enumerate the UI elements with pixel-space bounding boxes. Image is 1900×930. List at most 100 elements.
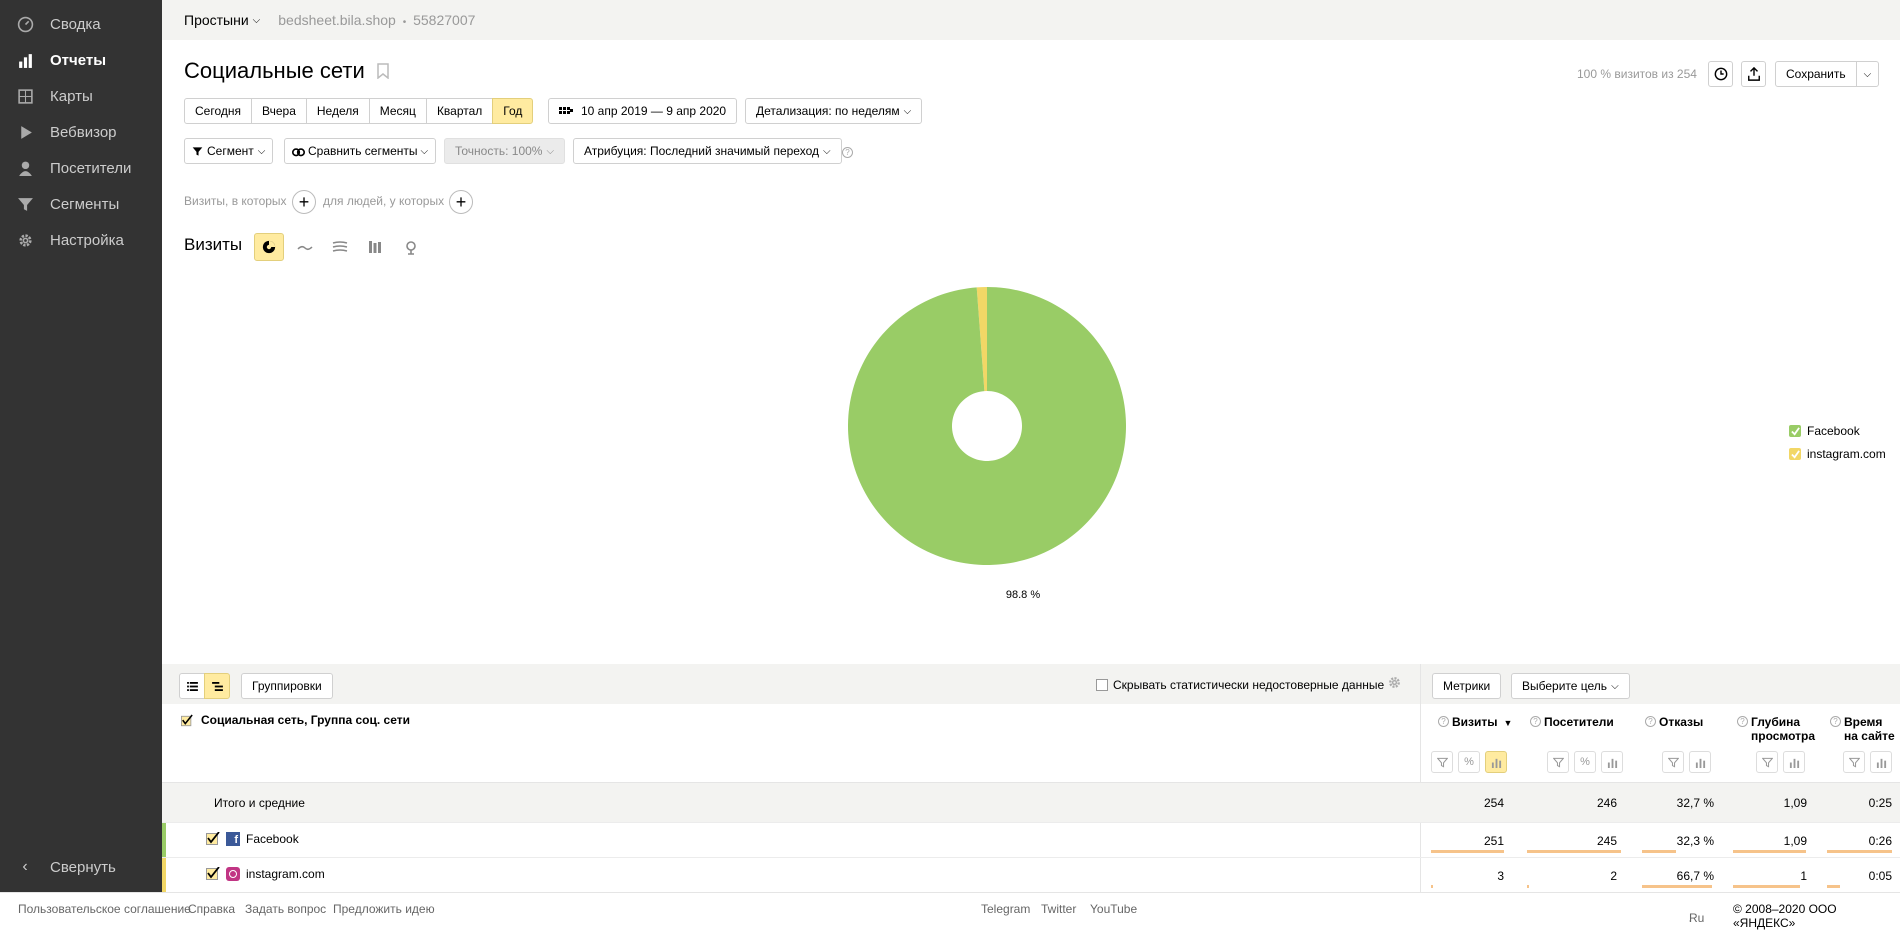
metrics-button[interactable]: Метрики xyxy=(1432,673,1502,699)
cell-depth: 1,09 xyxy=(1783,834,1807,848)
upload-icon xyxy=(1747,67,1760,81)
filter-column-tool-icon[interactable] xyxy=(1547,751,1569,773)
bar-column-tool-icon[interactable] xyxy=(1689,751,1711,773)
help-icon[interactable]: ? xyxy=(1530,716,1541,727)
segment-dropdown[interactable]: Сегмент ⌵ xyxy=(184,138,274,164)
period-week[interactable]: Неделя xyxy=(305,98,370,124)
sidebar-item-webvisor[interactable]: Вебвизор xyxy=(0,115,162,149)
column-header-visits[interactable]: ? Визиты ▼ xyxy=(1438,715,1512,730)
period-month[interactable]: Месяц xyxy=(368,98,427,124)
period-quarter[interactable]: Квартал xyxy=(425,98,494,124)
column-header-visitors[interactable]: ? Посетители xyxy=(1530,715,1614,729)
chevron-down-icon: ⌵ xyxy=(546,145,555,157)
sidebar-item-label: Настройка xyxy=(50,231,124,249)
bookmark-icon[interactable] xyxy=(377,59,389,85)
column-sublabel: на сайте xyxy=(1844,729,1895,743)
sidebar-item-settings[interactable]: Настройка xyxy=(0,223,162,257)
help-icon[interactable]: ? xyxy=(1830,716,1841,727)
save-menu-button[interactable]: ⌵ xyxy=(1855,61,1880,87)
pie-chart: 98.8 % xyxy=(848,287,1126,601)
period-year[interactable]: Год xyxy=(492,98,534,124)
attribution-help-icon[interactable]: ? xyxy=(842,147,853,158)
date-range-picker[interactable]: 10 апр 2019 — 9 апр 2020 xyxy=(548,98,738,124)
attribution-dropdown[interactable]: Атрибуция: Последний значимый переход ⌵ xyxy=(573,138,842,164)
goal-dropdown[interactable]: Выберите цель ⌵ xyxy=(1511,673,1630,699)
bar-column-tool-icon[interactable] xyxy=(1485,751,1507,773)
tree-view-button[interactable] xyxy=(204,673,230,699)
footer-link-help[interactable]: Справка xyxy=(188,902,235,916)
counter-selector[interactable]: Простыни ⌵ xyxy=(184,12,260,28)
sidebar-item-summary[interactable]: Сводка xyxy=(0,7,162,41)
add-people-condition-button[interactable]: + xyxy=(449,190,473,214)
history-button[interactable] xyxy=(1708,61,1733,87)
footer-link-telegram[interactable]: Telegram xyxy=(981,902,1030,916)
help-icon[interactable]: ? xyxy=(1438,716,1449,727)
hide-unreliable-toggle[interactable]: Скрывать статистически недостоверные дан… xyxy=(1096,678,1384,692)
footer-link-twitter[interactable]: Twitter xyxy=(1041,902,1076,916)
period-selector: Сегодня Вчера Неделя Месяц Квартал Год xyxy=(184,98,534,124)
hide-unreliable-label: Скрывать статистически недостоверные дан… xyxy=(1113,678,1385,692)
metric-bar xyxy=(1733,850,1806,853)
percent-column-tool-icon[interactable]: % xyxy=(1574,751,1596,773)
help-icon[interactable]: ? xyxy=(1645,716,1656,727)
list-view-button[interactable] xyxy=(179,673,205,699)
filter-column-tool-icon[interactable] xyxy=(1662,751,1684,773)
calendar-icon xyxy=(559,107,573,114)
table-settings-gear-icon[interactable] xyxy=(1387,675,1402,693)
sidebar-item-reports[interactable]: Отчеты xyxy=(0,43,162,77)
table-row[interactable]: f Facebook 251 245 32,3 % 1,09 0:26 xyxy=(162,822,1900,858)
total-depth: 1,09 xyxy=(1783,796,1807,810)
metric-bar xyxy=(1827,885,1840,888)
footer: Пользовательское соглашение Справка Зада… xyxy=(0,892,1900,930)
pie-chart-button[interactable] xyxy=(254,233,284,261)
visits-condition-label: Визиты, в которых xyxy=(184,194,287,208)
column-header-bounces[interactable]: ? Отказы xyxy=(1645,715,1703,729)
checkbox-icon[interactable] xyxy=(181,714,193,727)
sidebar-item-segments[interactable]: Сегменты xyxy=(0,187,162,221)
row-color-marker xyxy=(162,823,166,858)
collapse-sidebar-button[interactable]: ‹ Свернуть xyxy=(0,852,162,882)
accuracy-dropdown[interactable]: Точность: 100% ⌵ xyxy=(444,138,566,164)
footer-link-agreement[interactable]: Пользовательское соглашение xyxy=(18,902,191,916)
add-visit-condition-button[interactable]: + xyxy=(292,190,316,214)
bar-column-tool-icon[interactable] xyxy=(1783,751,1805,773)
column-chart-button[interactable] xyxy=(360,233,390,261)
export-button[interactable] xyxy=(1741,61,1766,87)
dimension-header-label: Социальная сеть, Группа соц. сети xyxy=(201,713,410,727)
gauge-icon xyxy=(0,16,50,33)
period-today[interactable]: Сегодня xyxy=(184,98,252,124)
footer-link-youtube[interactable]: YouTube xyxy=(1090,902,1137,916)
sidebar-item-visitors[interactable]: Посетители xyxy=(0,151,162,185)
save-button[interactable]: Сохранить xyxy=(1775,61,1857,87)
area-chart-button[interactable] xyxy=(325,233,355,261)
period-yesterday[interactable]: Вчера xyxy=(251,98,307,124)
sidebar-item-maps[interactable]: Карты xyxy=(0,79,162,113)
sidebar-item-label: Сегменты xyxy=(50,195,120,213)
detail-dropdown[interactable]: Детализация: по неделям ⌵ xyxy=(745,98,923,124)
total-visits: 254 xyxy=(1483,796,1504,810)
help-icon[interactable]: ? xyxy=(1737,716,1748,727)
filter-column-tool-icon[interactable] xyxy=(1843,751,1865,773)
footer-link-idea[interactable]: Предложить идею xyxy=(333,902,435,916)
filter-column-tool-icon[interactable] xyxy=(1431,751,1453,773)
legend-item-facebook[interactable]: Facebook xyxy=(1789,424,1860,438)
column-header-depth[interactable]: ? Глубина просмотра xyxy=(1737,715,1815,743)
compare-segments-dropdown[interactable]: Сравнить сегменты ⌵ xyxy=(284,138,437,164)
bar-column-tool-icon[interactable] xyxy=(1870,751,1892,773)
bar-column-tool-icon[interactable] xyxy=(1601,751,1623,773)
table-row[interactable]: instagram.com 3 2 66,7 % 1 0:05 xyxy=(162,857,1900,893)
attribution-label: Атрибуция: Последний значимый переход xyxy=(584,144,819,158)
map-chart-button[interactable] xyxy=(396,233,426,261)
footer-link-ask[interactable]: Задать вопрос xyxy=(245,902,326,916)
row-label-text: Facebook xyxy=(246,832,299,846)
checkbox[interactable] xyxy=(1096,679,1108,691)
filter-column-tool-icon[interactable] xyxy=(1756,751,1778,773)
column-header-time[interactable]: ? Время на сайте xyxy=(1830,715,1895,743)
line-chart-button[interactable] xyxy=(290,233,320,261)
checkbox-icon[interactable] xyxy=(206,867,220,881)
percent-column-tool-icon[interactable]: % xyxy=(1458,751,1480,773)
groupings-button[interactable]: Группировки xyxy=(241,673,333,699)
legend-item-instagram[interactable]: instagram.com xyxy=(1789,447,1886,461)
checkbox-icon[interactable] xyxy=(206,832,220,846)
counter-site: bedsheet.bila.shop xyxy=(278,12,396,28)
